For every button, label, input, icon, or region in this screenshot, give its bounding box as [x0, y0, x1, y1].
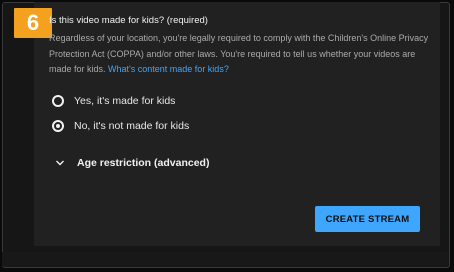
chevron-down-icon — [56, 160, 64, 166]
bottom-strip — [2, 252, 448, 266]
radio-label-not-made-for-kids: No, it's not made for kids — [74, 120, 190, 132]
made-for-kids-link[interactable]: What's content made for kids? — [108, 64, 229, 74]
age-restriction-toggle[interactable]: Age restriction (advanced) — [55, 154, 209, 172]
radio-checked-icon[interactable] — [52, 120, 64, 132]
coppa-description: Regardless of your location, you're lega… — [49, 31, 429, 78]
radio-label-made-for-kids: Yes, it's made for kids — [74, 95, 176, 107]
kids-question-heading: Is this video made for kids? (required) — [49, 15, 208, 26]
radio-option-not-made-for-kids[interactable]: No, it's not made for kids — [52, 117, 189, 135]
step-badge: 6 — [14, 8, 52, 38]
age-restriction-label: Age restriction (advanced) — [77, 157, 210, 169]
create-stream-button[interactable]: CREATE STREAM — [315, 206, 420, 232]
radio-unchecked-icon[interactable] — [52, 95, 64, 107]
radio-option-made-for-kids[interactable]: Yes, it's made for kids — [52, 92, 175, 110]
coppa-description-text: Regardless of your location, you're lega… — [49, 33, 429, 74]
